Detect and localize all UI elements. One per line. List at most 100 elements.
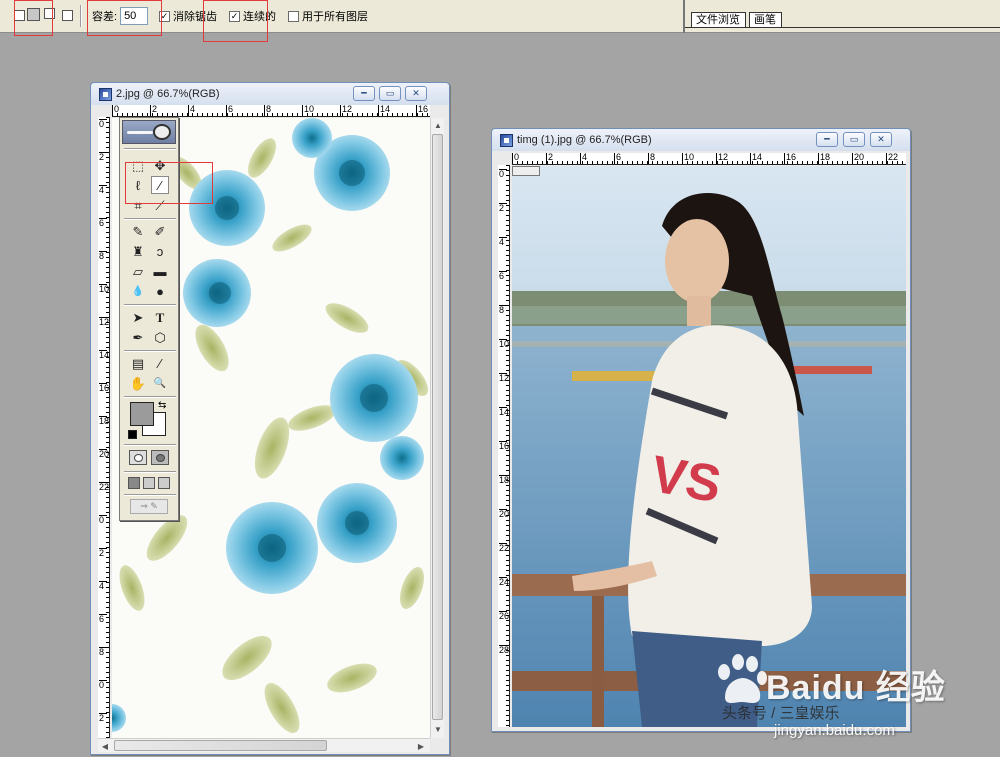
ruler-label: 10 [499, 339, 510, 349]
window-titlebar[interactable]: 2.jpg @ 66.7%(RGB) ━ ▭ ✕ [91, 83, 449, 105]
eyedropper-tool-icon[interactable]: ⁄ [151, 354, 169, 372]
type-tool-icon[interactable]: T [151, 308, 169, 326]
ruler-label: 18 [99, 416, 110, 426]
watermark-url: jingyan.baidu.com [774, 722, 895, 739]
scroll-thumb[interactable] [114, 740, 327, 751]
girl-by-sea-photo: VS [512, 166, 906, 727]
notes-tool-icon[interactable]: ▤ [129, 354, 147, 372]
scroll-left-button[interactable]: ◀ [98, 739, 112, 753]
palette-well-divider [685, 27, 1000, 28]
quick-mask-button[interactable] [151, 450, 169, 465]
palette-well: 文件浏览 画笔 [683, 0, 1000, 33]
scroll-down-button[interactable]: ▼ [431, 722, 445, 736]
svg-text:VS: VS [647, 445, 725, 514]
toolbox-divider [124, 148, 176, 150]
shape-tool-icon[interactable]: ⬡ [151, 328, 169, 346]
vertical-ruler: 0 2 4 6 8 10 12 14 16 18 20 22 0 2 4 6 8… [98, 117, 110, 739]
window-title: 2.jpg @ 66.7%(RGB) [116, 88, 220, 100]
blur-tool-icon[interactable]: 💧 [129, 282, 147, 300]
ruler-label: 16 [784, 153, 796, 164]
all-layers-checkbox[interactable] [288, 10, 299, 22]
ruler-label: 4 [188, 105, 195, 116]
ruler-label: 22 [499, 543, 510, 553]
scroll-up-button[interactable]: ▲ [431, 118, 445, 132]
toolbox-divider [124, 350, 176, 352]
foreground-color-swatch[interactable] [130, 402, 154, 426]
tab-file-browser[interactable]: 文件浏览 [691, 12, 746, 27]
all-layers-label: 用于所有图层 [302, 11, 368, 23]
ruler-label: 20 [499, 509, 510, 519]
scroll-thumb[interactable] [432, 134, 443, 720]
jump-to-imageready-button[interactable]: ⇒ ✎ [130, 499, 168, 514]
ruler-label: 0 [99, 119, 107, 129]
horizontal-ruler: 0 2 4 6 8 10 12 14 16 [112, 105, 430, 117]
full-screen-button[interactable] [158, 477, 170, 489]
vertical-scrollbar[interactable]: ▲ ▼ [430, 118, 444, 738]
watermark-author: 头条号 / 三皇娱乐 [722, 705, 840, 722]
ruler-label: 6 [499, 271, 507, 281]
ruler-label: 0 [112, 105, 119, 116]
gradient-tool-icon[interactable]: ▬ [151, 262, 169, 280]
vertical-ruler: 0 2 4 6 8 10 12 14 16 18 20 22 24 26 28 [498, 165, 510, 727]
ruler-label: 14 [750, 153, 762, 164]
maximize-button[interactable]: ▭ [843, 132, 865, 147]
ruler-label: 0 [99, 680, 107, 690]
ruler-label: 14 [99, 350, 110, 360]
ruler-label: 4 [99, 581, 107, 591]
ruler-label: 12 [99, 317, 110, 327]
ruler-label: 8 [99, 251, 107, 261]
history-brush-tool-icon[interactable]: ↄ [151, 242, 169, 260]
toolbox-header[interactable] [122, 120, 176, 144]
maximize-button[interactable]: ▭ [379, 86, 401, 101]
ruler-label: 0 [99, 515, 107, 525]
dodge-tool-icon[interactable]: ● [151, 282, 169, 300]
ruler-label: 12 [716, 153, 728, 164]
ruler-label: 0 [499, 169, 507, 179]
all-layers-option[interactable]: 用于所有图层 [288, 8, 368, 24]
default-colors-icon[interactable] [128, 430, 137, 439]
full-screen-menu-button[interactable] [143, 477, 155, 489]
photo-canvas[interactable]: VS [512, 166, 906, 727]
close-button[interactable]: ✕ [405, 86, 427, 101]
path-selection-tool-icon[interactable]: ➤ [129, 308, 147, 326]
ruler-label: 16 [99, 383, 110, 393]
watermark: Baidu 经验 头条号 / 三皇娱乐 jingyan.baidu.com [704, 646, 996, 742]
hand-tool-icon[interactable]: ✋ [129, 374, 147, 392]
minimize-button[interactable]: ━ [816, 132, 838, 147]
window-titlebar[interactable]: timg (1).jpg @ 66.7%(RGB) ━ ▭ ✕ [492, 129, 910, 151]
zoom-tool-icon[interactable]: 🔍 [151, 374, 169, 392]
clone-stamp-tool-icon[interactable]: ♜ [129, 242, 147, 260]
ruler-label: 28 [499, 645, 510, 655]
healing-brush-tool-icon[interactable]: ✎ [129, 222, 147, 240]
ruler-label: 12 [340, 105, 352, 116]
pen-tool-icon[interactable]: ✒ [129, 328, 147, 346]
baidu-paw-logo [718, 654, 767, 703]
horizontal-scrollbar[interactable]: ◀ ▶ [98, 738, 430, 752]
tab-brushes[interactable]: 画笔 [749, 12, 782, 27]
ruler-label: 10 [302, 105, 314, 116]
ruler-label: 2 [150, 105, 157, 116]
standard-mode-button[interactable] [129, 450, 147, 465]
intersect-selection-button[interactable] [62, 10, 73, 21]
ruler-label: 24 [499, 577, 510, 587]
close-button[interactable]: ✕ [870, 132, 892, 147]
eraser-tool-icon[interactable]: ▱ [129, 262, 147, 280]
standard-screen-button[interactable] [128, 477, 140, 489]
ruler-label: 6 [99, 614, 107, 624]
ruler-label: 8 [99, 647, 107, 657]
ruler-label: 18 [818, 153, 830, 164]
feather-icon [127, 131, 153, 134]
ruler-label: 20 [852, 153, 864, 164]
ruler-label: 4 [580, 153, 587, 164]
swap-colors-icon[interactable]: ⇆ [158, 400, 166, 411]
ruler-label: 2 [99, 713, 107, 723]
ruler-label: 12 [499, 373, 510, 383]
brush-tool-icon[interactable]: ✐ [151, 222, 169, 240]
document-window-photo[interactable]: timg (1).jpg @ 66.7%(RGB) ━ ▭ ✕ 0 2 4 6 … [491, 128, 911, 732]
ruler-label: 2 [99, 548, 107, 558]
ruler-label: 2 [499, 203, 507, 213]
highlight-box [203, 0, 268, 42]
minimize-button[interactable]: ━ [353, 86, 375, 101]
ruler-label: 2 [546, 153, 553, 164]
scroll-right-button[interactable]: ▶ [414, 739, 428, 753]
